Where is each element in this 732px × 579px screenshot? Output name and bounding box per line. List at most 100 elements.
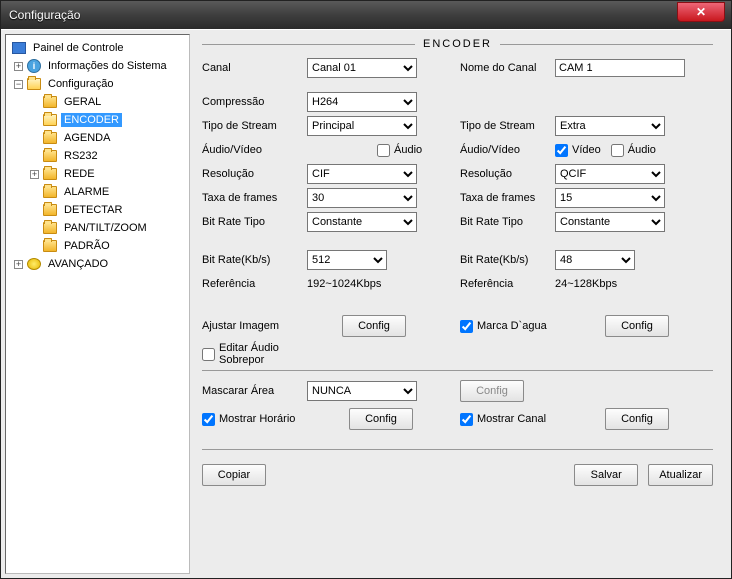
marca-dagua-config-button[interactable]: Config (605, 315, 669, 337)
label-res-extra: Resolução (460, 168, 555, 180)
brtipo-main-select[interactable]: Constante (307, 212, 417, 232)
window-title: Configuração (9, 8, 80, 22)
tree-root[interactable]: Painel de Controle (6, 39, 189, 57)
folder-icon (43, 186, 57, 198)
brtipo-extra-select[interactable]: Constante (555, 212, 665, 232)
tree-system-info[interactable]: + i Informações do Sistema (6, 57, 189, 75)
close-button[interactable]: ✕ (677, 2, 725, 22)
folder-icon (43, 96, 57, 108)
group-title: ENCODER (415, 38, 500, 50)
tree-item-label: REDE (61, 167, 98, 181)
label-compressao: Compressão (202, 96, 307, 108)
atualizar-button[interactable]: Atualizar (648, 464, 713, 486)
tree-item-agenda[interactable]: AGENDA (6, 129, 189, 147)
ajustar-imagem-config-button[interactable]: Config (342, 315, 406, 337)
label-canal: Canal (202, 62, 307, 74)
expander-icon[interactable]: − (14, 80, 23, 89)
group-header: ENCODER (202, 38, 713, 50)
salvar-button[interactable]: Salvar (574, 464, 638, 486)
mostrar-canal-config-button[interactable]: Config (605, 408, 669, 430)
folder-icon (43, 150, 57, 162)
mostrar-horario-checkbox[interactable] (202, 413, 215, 426)
tree-item-geral[interactable]: GERAL (6, 93, 189, 111)
canal-select[interactable]: Canal 01 (307, 58, 417, 78)
tree-item-label: ENCODER (61, 113, 122, 127)
encoder-panel: ENCODER Canal Canal 01 Nome do Canal Com… (190, 30, 731, 578)
mascarar-select[interactable]: NUNCA (307, 381, 417, 401)
label-ref-main: Referência (202, 278, 307, 290)
mostrar-horario-config-button[interactable]: Config (349, 408, 413, 430)
tree-item-label: ALARME (61, 185, 112, 199)
expander-icon[interactable]: + (30, 170, 39, 179)
label-ajustar-imagem: Ajustar Imagem (202, 320, 342, 332)
expander-icon[interactable]: + (14, 260, 23, 269)
folder-icon (43, 114, 57, 126)
ref-extra-value: 24~128Kbps (555, 278, 617, 290)
tree-item-label: AGENDA (61, 131, 113, 145)
tree-item-rs232[interactable]: RS232 (6, 147, 189, 165)
label-brtipo-extra: Bit Rate Tipo (460, 216, 555, 228)
ref-main-value: 192~1024Kbps (307, 278, 381, 290)
label-editar-audio: Editar Áudio Sobrepor (219, 342, 299, 366)
tree-config[interactable]: − Configuração (6, 75, 189, 93)
folder-icon (43, 168, 57, 180)
fps-extra-select[interactable]: 15 (555, 188, 665, 208)
label-audio-extra: Áudio (628, 144, 656, 156)
label-nome-canal: Nome do Canal (460, 62, 555, 74)
audio-extra-checkbox[interactable] (611, 144, 624, 157)
label-br-main: Bit Rate(Kb/s) (202, 254, 307, 266)
label-tipo-stream-extra: Tipo de Stream (460, 120, 555, 132)
separator (202, 449, 713, 450)
tree-item-pan-tilt-zoom[interactable]: PAN/TILT/ZOOM (6, 219, 189, 237)
label-av-main: Áudio/Vídeo (202, 144, 307, 156)
label-av-extra: Áudio/Vídeo (460, 144, 555, 156)
label-mascarar: Mascarar Área (202, 385, 307, 397)
folder-icon (43, 204, 57, 216)
label-mostrar-canal: Mostrar Canal (477, 413, 605, 425)
br-main-select[interactable]: 512 (307, 250, 387, 270)
tree-item-detectar[interactable]: DETECTAR (6, 201, 189, 219)
titlebar: Configuração ✕ (1, 1, 731, 29)
nome-canal-input[interactable] (555, 59, 685, 77)
mostrar-canal-checkbox[interactable] (460, 413, 473, 426)
label-br-extra: Bit Rate(Kb/s) (460, 254, 555, 266)
tree-item-label: DETECTAR (61, 203, 125, 217)
copiar-button[interactable]: Copiar (202, 464, 266, 486)
panel-icon (12, 42, 26, 54)
folder-open-icon (27, 78, 41, 90)
navigation-tree[interactable]: Painel de Controle + i Informações do Si… (5, 34, 190, 574)
res-main-select[interactable]: CIF (307, 164, 417, 184)
label-ref-extra: Referência (460, 278, 555, 290)
tree-item-encoder[interactable]: ENCODER (6, 111, 189, 129)
folder-icon (43, 222, 57, 234)
info-icon: i (27, 59, 41, 73)
tree-item-rede[interactable]: + REDE (6, 165, 189, 183)
br-extra-select[interactable]: 48 (555, 250, 635, 270)
compressao-select[interactable]: H264 (307, 92, 417, 112)
tree-item-alarme[interactable]: ALARME (6, 183, 189, 201)
label-res-main: Resolução (202, 168, 307, 180)
tree-item-padr-o[interactable]: PADRÃO (6, 237, 189, 255)
tree-item-label: RS232 (61, 149, 101, 163)
editar-audio-checkbox[interactable] (202, 348, 215, 361)
audio-main-checkbox[interactable] (377, 144, 390, 157)
tipo-stream-main-select[interactable]: Principal (307, 116, 417, 136)
label-fps-extra: Taxa de frames (460, 192, 555, 204)
folder-icon (43, 240, 57, 252)
label-fps-main: Taxa de frames (202, 192, 307, 204)
res-extra-select[interactable]: QCIF (555, 164, 665, 184)
expander-icon[interactable]: + (14, 62, 23, 71)
tree-item-label: GERAL (61, 95, 104, 109)
label-video-extra: Vídeo (572, 144, 601, 156)
fps-main-select[interactable]: 30 (307, 188, 417, 208)
label-mostrar-horario: Mostrar Horário (219, 413, 349, 425)
tree-advanced[interactable]: + AVANÇADO (6, 255, 189, 273)
tree-item-label: PAN/TILT/ZOOM (61, 221, 150, 235)
advanced-icon (27, 258, 41, 270)
folder-icon (43, 132, 57, 144)
separator (202, 370, 713, 371)
tipo-stream-extra-select[interactable]: Extra (555, 116, 665, 136)
label-brtipo-main: Bit Rate Tipo (202, 216, 307, 228)
marca-dagua-checkbox[interactable] (460, 320, 473, 333)
video-extra-checkbox[interactable] (555, 144, 568, 157)
